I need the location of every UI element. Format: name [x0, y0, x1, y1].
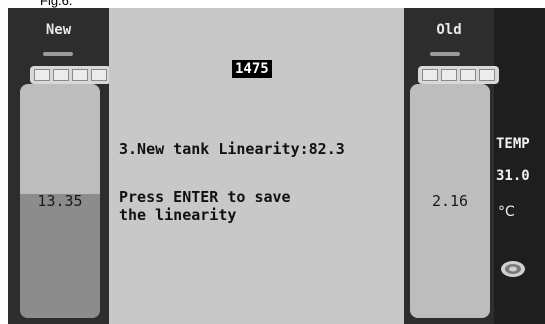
message-area: 1475 3.New tank Linearity:82.3 Press ENT…	[109, 8, 404, 324]
new-tank-panel: New 13.35	[8, 8, 111, 324]
old-tank-indicator	[430, 52, 460, 56]
instruction-line-2: the linearity	[119, 206, 237, 224]
gear-icon[interactable]	[500, 260, 526, 278]
linearity-message: 3.New tank Linearity:82.3	[119, 140, 345, 158]
temp-unit: °C	[498, 204, 515, 220]
device-screen: New 13.35 1475 3.New tank Linearity:82.3…	[8, 8, 545, 324]
temp-label: TEMP	[496, 136, 530, 152]
new-tank-fill	[20, 193, 100, 318]
old-tank-title: Old	[436, 22, 462, 38]
new-tank-title: New	[45, 22, 72, 38]
new-tank-cap	[30, 66, 111, 84]
new-tank-gauge: 13.35	[20, 84, 100, 318]
counter-display: 1475	[232, 60, 272, 78]
instruction-line-1: Press ENTER to save	[119, 188, 291, 206]
old-tank-panel: Old 2.16	[404, 8, 499, 324]
temp-value: 31.0	[496, 168, 530, 184]
old-tank-cap	[418, 66, 499, 84]
new-tank-indicator	[43, 52, 73, 56]
new-tank-value: 13.35	[37, 192, 83, 210]
figure-caption: Fig.6.	[40, 0, 73, 8]
old-tank-value: 2.16	[431, 192, 469, 210]
old-tank-gauge: 2.16	[410, 84, 490, 318]
